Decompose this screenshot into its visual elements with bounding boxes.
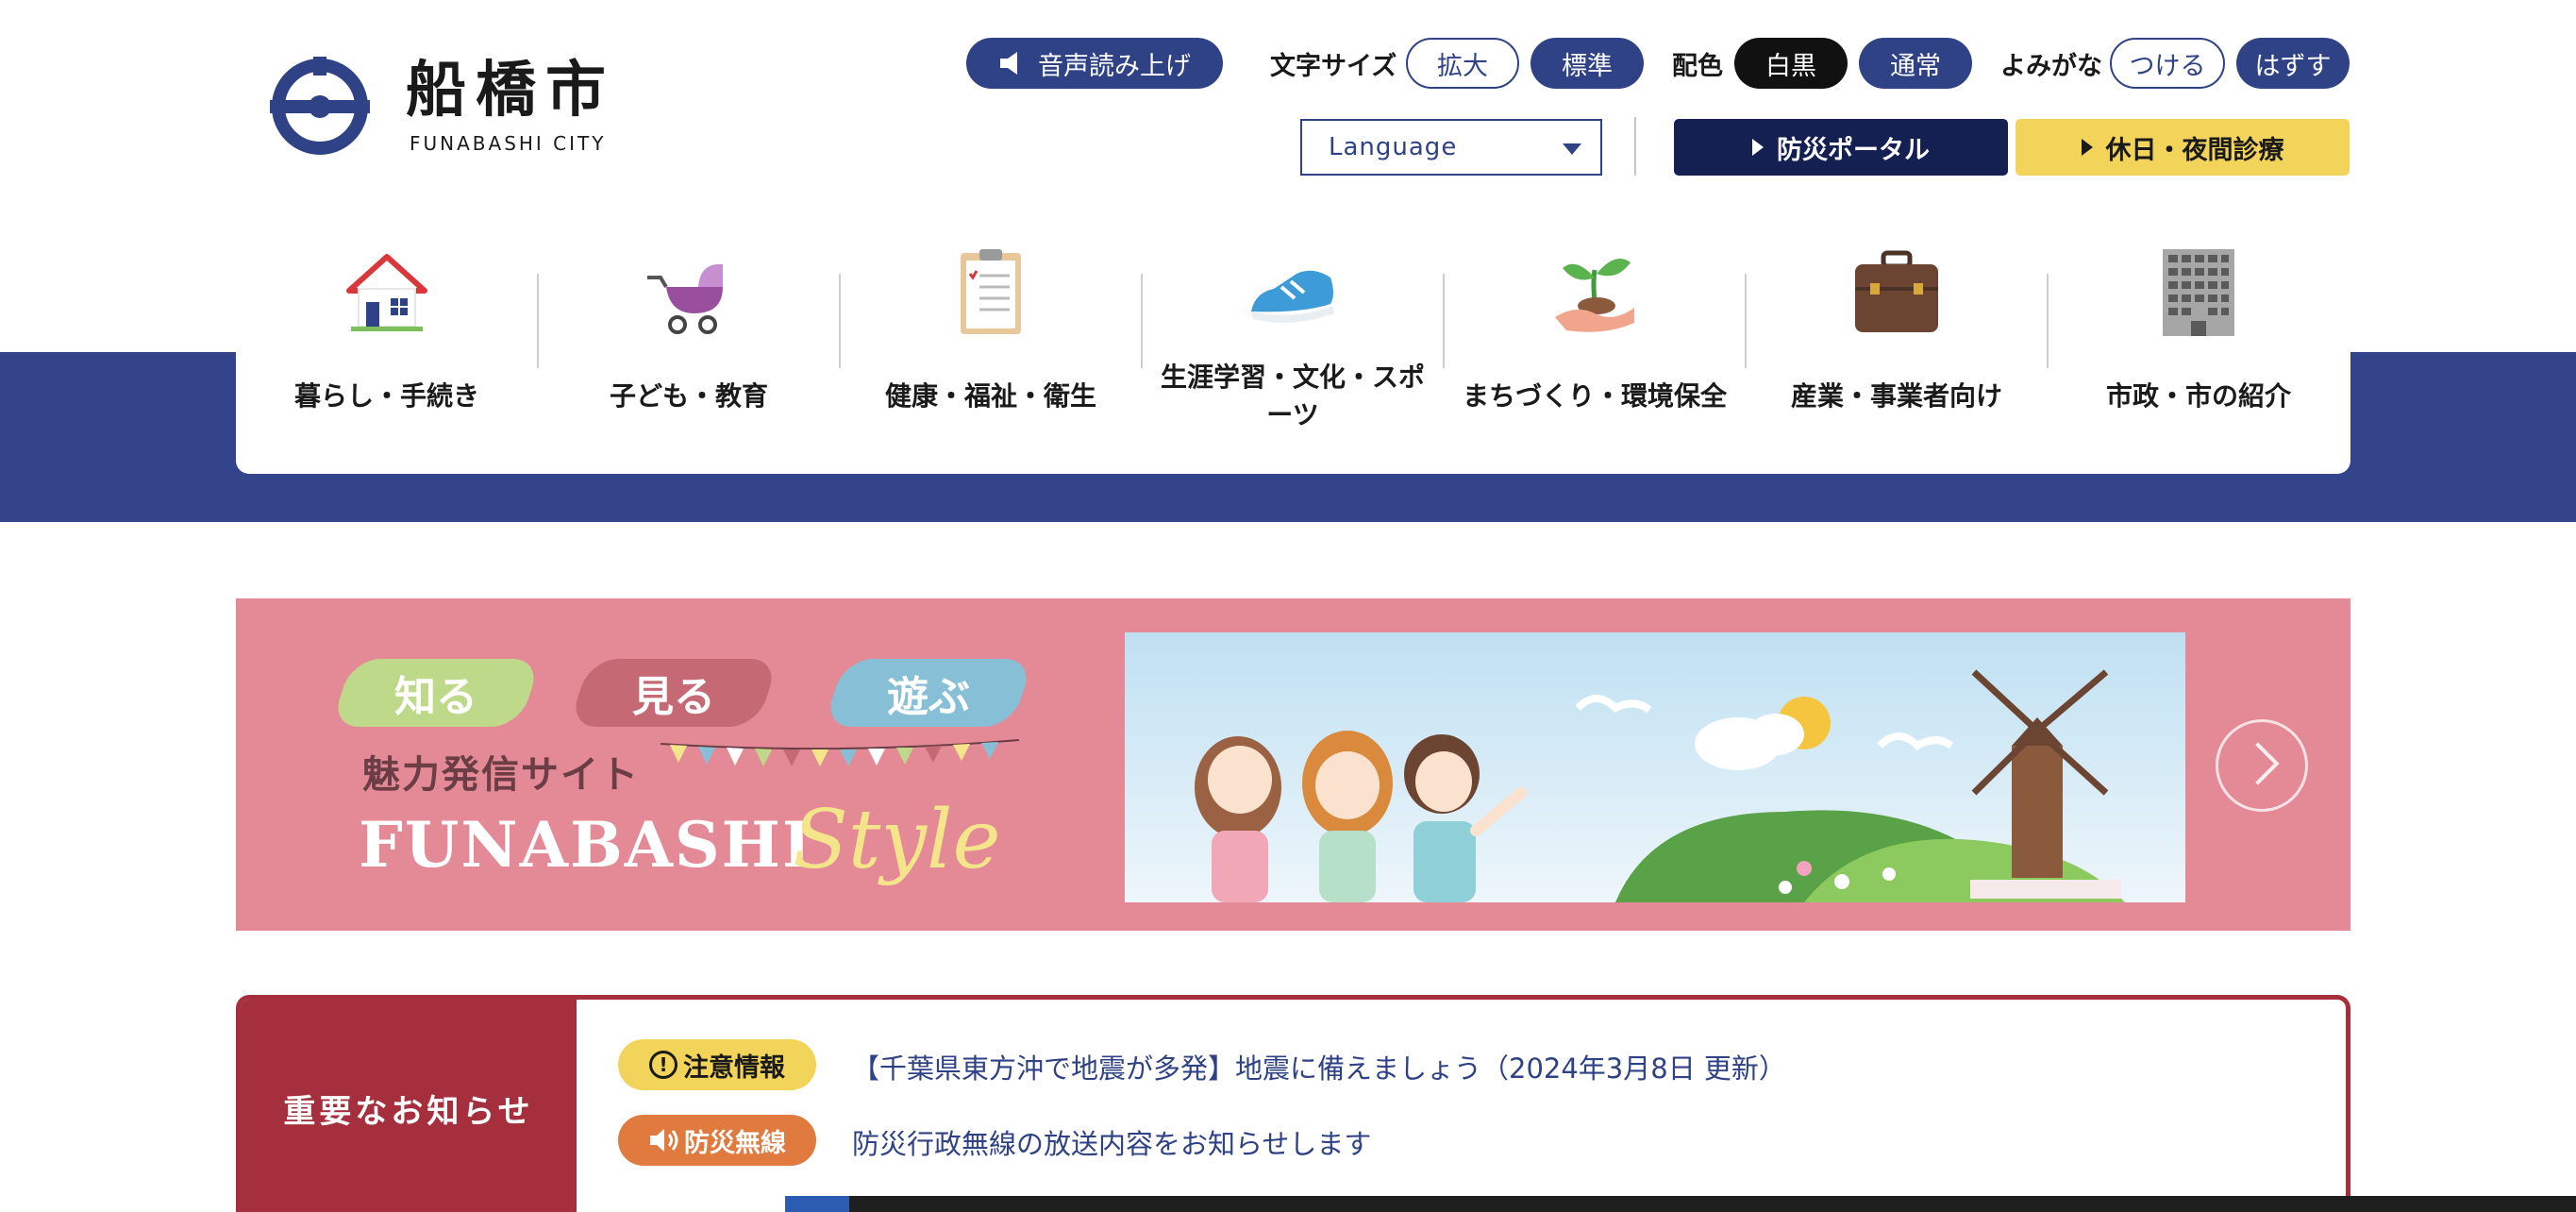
text-size-enlarge-button[interactable]: 拡大 xyxy=(1406,38,1519,89)
nav-item-label: 産業・事業者向け xyxy=(1790,380,2002,412)
furigana-label: よみがな xyxy=(2000,52,2102,81)
notice-link[interactable]: 防災行政無線の放送内容をお知らせします xyxy=(852,1122,1371,1162)
holiday-clinic-label: 休日・夜間診療 xyxy=(2105,135,2284,165)
house-icon xyxy=(346,254,427,331)
holiday-clinic-button[interactable]: 休日・夜間診療 xyxy=(2016,119,2350,176)
furigana-off-button[interactable]: はずす xyxy=(2236,38,2350,89)
notice-heading: 重要なお知らせ xyxy=(241,1000,577,1212)
global-nav: 暮らし・手続き 子ども・教育 健康・福祉・衛生 生涯学習・文化・スポーツ まちづ… xyxy=(236,217,2350,474)
sprout-icon xyxy=(1555,259,1634,332)
language-select-value: Language xyxy=(1329,133,1458,161)
bottom-status-strip xyxy=(785,1196,2576,1212)
banner-site-label: 魅力発信サイト xyxy=(362,753,640,797)
banner-tag-label: 見る xyxy=(632,673,715,721)
disaster-portal-label: 防災ポータル xyxy=(1777,135,1930,165)
banner-tag: 知る xyxy=(330,646,542,740)
banner-tag-label: 知る xyxy=(394,673,477,721)
exclamation-icon: ! xyxy=(649,1051,677,1079)
triangle-right-icon xyxy=(1752,139,1764,156)
important-notices: 重要なお知らせ ! 注意情報 【千葉県東方沖で地震が多発】地震に備えましょう（2… xyxy=(236,995,2350,1212)
radio-tag: 防災無線 xyxy=(618,1115,816,1166)
speaker-icon xyxy=(1000,52,1017,75)
nav-item-culture[interactable]: 生涯学習・文化・スポーツ xyxy=(1142,217,1444,474)
nav-item-label: 暮らし・手続き xyxy=(293,380,479,412)
funabashi-style-banner[interactable]: 知る 見る 遊ぶ 魅力発信サイト FUNABASHI Style xyxy=(236,598,2350,931)
header-divider xyxy=(1634,117,1636,176)
text-size-standard-button[interactable]: 標準 xyxy=(1531,38,1644,89)
voice-reading-button[interactable]: 音声読み上げ xyxy=(966,38,1223,89)
logo-name: 船橋市 xyxy=(406,56,615,126)
banner-tag: 見る xyxy=(568,646,779,740)
banner-illustration xyxy=(1125,632,2185,902)
clipboard-icon xyxy=(961,249,1021,334)
nav-item-children[interactable]: 子ども・教育 xyxy=(538,217,840,474)
color-scheme-label: 配色 xyxy=(1672,52,1723,81)
stroller-icon xyxy=(647,263,723,334)
radio-tag-label: 防災無線 xyxy=(684,1128,786,1158)
voice-reading-label: 音声読み上げ xyxy=(1038,51,1191,81)
caution-tag: ! 注意情報 xyxy=(618,1039,816,1090)
nav-item-city-government[interactable]: 市政・市の紹介 xyxy=(2048,217,2350,474)
furigana-on-button[interactable]: つける xyxy=(2110,38,2225,89)
nav-item-business[interactable]: 産業・事業者向け xyxy=(1746,217,2048,474)
banner-tag: 遊ぶ xyxy=(823,646,1034,740)
language-select[interactable]: Language xyxy=(1300,119,1602,176)
sneaker-icon xyxy=(1251,270,1334,323)
chevron-down-icon xyxy=(1563,143,1581,155)
nav-item-label: 生涯学習・文化・スポーツ xyxy=(1160,362,1425,430)
disaster-portal-button[interactable]: 防災ポータル xyxy=(1674,119,2008,176)
city-emblem-icon xyxy=(270,57,370,155)
notice-link[interactable]: 【千葉県東方沖で地震が多発】地震に備えましょう（2024年3月8日 更新） xyxy=(852,1047,1786,1086)
banner-tag-label: 遊ぶ xyxy=(887,673,970,721)
banner-brand-script: Style xyxy=(793,793,1001,887)
bunting-decoration xyxy=(661,739,1019,766)
triangle-right-icon xyxy=(2081,139,2093,156)
logo-english: FUNABASHI CITY xyxy=(410,132,607,155)
site-logo[interactable]: 船橋市 FUNABASHI CITY xyxy=(270,57,647,160)
nav-item-label: 子ども・教育 xyxy=(609,380,768,412)
speaker-icon xyxy=(650,1129,678,1152)
nav-item-health[interactable]: 健康・福祉・衛生 xyxy=(840,217,1142,474)
text-size-label: 文字サイズ xyxy=(1270,52,1397,81)
color-mono-button[interactable]: 白黒 xyxy=(1734,38,1848,89)
banner-brand: FUNABASHI xyxy=(359,808,813,882)
status-remote-indicator xyxy=(785,1196,849,1212)
carousel-next-button[interactable] xyxy=(2216,719,2308,812)
nav-item-label: まちづくり・環境保全 xyxy=(1462,380,1727,412)
nav-item-label: 健康・福祉・衛生 xyxy=(884,380,1096,412)
nav-item-environment[interactable]: まちづくり・環境保全 xyxy=(1444,217,1746,474)
building-icon xyxy=(2163,249,2234,336)
briefcase-icon xyxy=(1855,250,1938,332)
nav-item-label: 市政・市の紹介 xyxy=(2105,380,2291,412)
caution-tag-label: 注意情報 xyxy=(683,1052,785,1083)
color-normal-button[interactable]: 通常 xyxy=(1859,38,1972,89)
nav-item-living[interactable]: 暮らし・手続き xyxy=(236,217,538,474)
